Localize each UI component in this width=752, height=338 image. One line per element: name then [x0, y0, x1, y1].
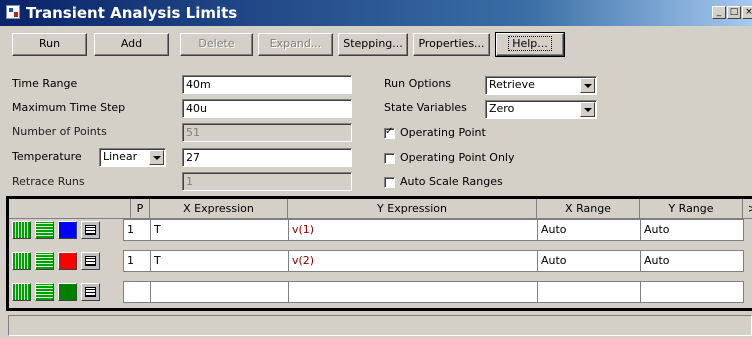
properties-button[interactable]: Properties...: [413, 33, 490, 56]
time-range-label: Time Range: [12, 77, 78, 90]
plot-grid: P X Expression Y Expression X Range Y Ra…: [6, 196, 752, 311]
help-button[interactable]: Help...: [495, 32, 565, 57]
temperature-mode-select[interactable]: Linear: [99, 148, 166, 167]
num-points-label: Number of Points: [12, 125, 107, 138]
state-variables-select[interactable]: Zero: [485, 100, 597, 119]
retrace-runs-label: Retrace Runs: [12, 175, 85, 188]
row3-x-range[interactable]: [537, 281, 641, 303]
num-points-field: 51: [182, 123, 352, 142]
help-button-label: Help...: [508, 36, 552, 51]
delete-button[interactable]: Delete: [180, 33, 253, 56]
retrace-runs-field: 1: [182, 172, 352, 191]
app-icon: [6, 5, 20, 19]
row1-table-icon[interactable]: [81, 221, 100, 239]
operating-point-only-label[interactable]: Operating Point Only: [400, 151, 515, 164]
auto-scale-checkbox[interactable]: [384, 177, 395, 188]
temperature-mode-value: Linear: [103, 150, 138, 163]
row3-p-cell[interactable]: [123, 281, 151, 303]
row1-plot-style-swatch[interactable]: [12, 221, 31, 239]
state-variables-label: State Variables: [384, 101, 467, 114]
chevron-down-icon[interactable]: [580, 102, 595, 117]
operating-point-checkbox[interactable]: [384, 126, 395, 139]
run-options-value: Retrieve: [489, 78, 535, 91]
row3-table-icon[interactable]: [81, 283, 100, 301]
window-title: Transient Analysis Limits: [26, 4, 238, 22]
row2-y-range[interactable]: Auto: [640, 250, 744, 272]
grid-header-y-expression[interactable]: Y Expression: [288, 199, 537, 219]
row2-line-style-swatch[interactable]: [35, 252, 54, 270]
grid-header-x-expression[interactable]: X Expression: [150, 199, 288, 219]
run-options-select[interactable]: Retrieve: [485, 76, 597, 95]
row2-color-swatch[interactable]: [58, 252, 77, 270]
chevron-down-icon[interactable]: [149, 150, 164, 165]
status-bar: [8, 315, 752, 336]
row3-x-expression[interactable]: [150, 281, 289, 303]
time-range-field[interactable]: 40m: [182, 75, 352, 94]
state-variables-value: Zero: [489, 102, 515, 115]
max-time-step-label: Maximum Time Step: [12, 101, 126, 114]
row1-y-range[interactable]: Auto: [640, 219, 744, 241]
chevron-down-icon[interactable]: [580, 78, 595, 93]
add-button[interactable]: Add: [94, 33, 169, 56]
grid-header-p[interactable]: P: [131, 199, 150, 219]
run-options-label: Run Options: [384, 77, 452, 90]
grid-header-x-range[interactable]: X Range: [537, 199, 640, 219]
run-button[interactable]: Run: [12, 33, 87, 56]
operating-point-label[interactable]: Operating Point: [400, 126, 486, 139]
operating-point-only-checkbox[interactable]: [384, 153, 395, 164]
temperature-field[interactable]: 27: [182, 148, 352, 167]
row1-line-style-swatch[interactable]: [35, 221, 54, 239]
grid-header-y-range[interactable]: Y Range: [640, 199, 743, 219]
title-bar[interactable]: Transient Analysis Limits _ □ ×: [0, 0, 752, 26]
row3-line-style-swatch[interactable]: [35, 283, 54, 301]
close-button[interactable]: ×: [742, 6, 752, 19]
grid-header-more[interactable]: >: [743, 199, 752, 219]
row3-color-swatch[interactable]: [58, 283, 77, 301]
row2-y-expression[interactable]: v(2): [288, 250, 538, 272]
row3-plot-style-swatch[interactable]: [12, 283, 31, 301]
row2-x-range[interactable]: Auto: [537, 250, 641, 272]
row1-color-swatch[interactable]: [58, 221, 77, 239]
grid-header-colors: [9, 199, 131, 219]
transient-analysis-window: Transient Analysis Limits _ □ × Run Add …: [0, 0, 752, 338]
row3-y-expression[interactable]: [288, 281, 538, 303]
minimize-button[interactable]: _: [712, 6, 726, 19]
row1-y-expression[interactable]: v(1): [288, 219, 538, 241]
row3-y-range[interactable]: [640, 281, 744, 303]
row2-p-cell[interactable]: 1: [123, 250, 151, 272]
temperature-label: Temperature: [12, 150, 82, 163]
row1-x-range[interactable]: Auto: [537, 219, 641, 241]
row2-table-icon[interactable]: [81, 252, 100, 270]
auto-scale-label[interactable]: Auto Scale Ranges: [400, 175, 503, 188]
stepping-button[interactable]: Stepping...: [338, 33, 408, 56]
row2-plot-style-swatch[interactable]: [12, 252, 31, 270]
max-time-step-field[interactable]: 40u: [182, 99, 352, 118]
row2-x-expression[interactable]: T: [150, 250, 289, 272]
row1-x-expression[interactable]: T: [150, 219, 289, 241]
expand-button[interactable]: Expand...: [258, 33, 333, 56]
row1-p-cell[interactable]: 1: [123, 219, 151, 241]
maximize-button[interactable]: □: [727, 6, 741, 19]
